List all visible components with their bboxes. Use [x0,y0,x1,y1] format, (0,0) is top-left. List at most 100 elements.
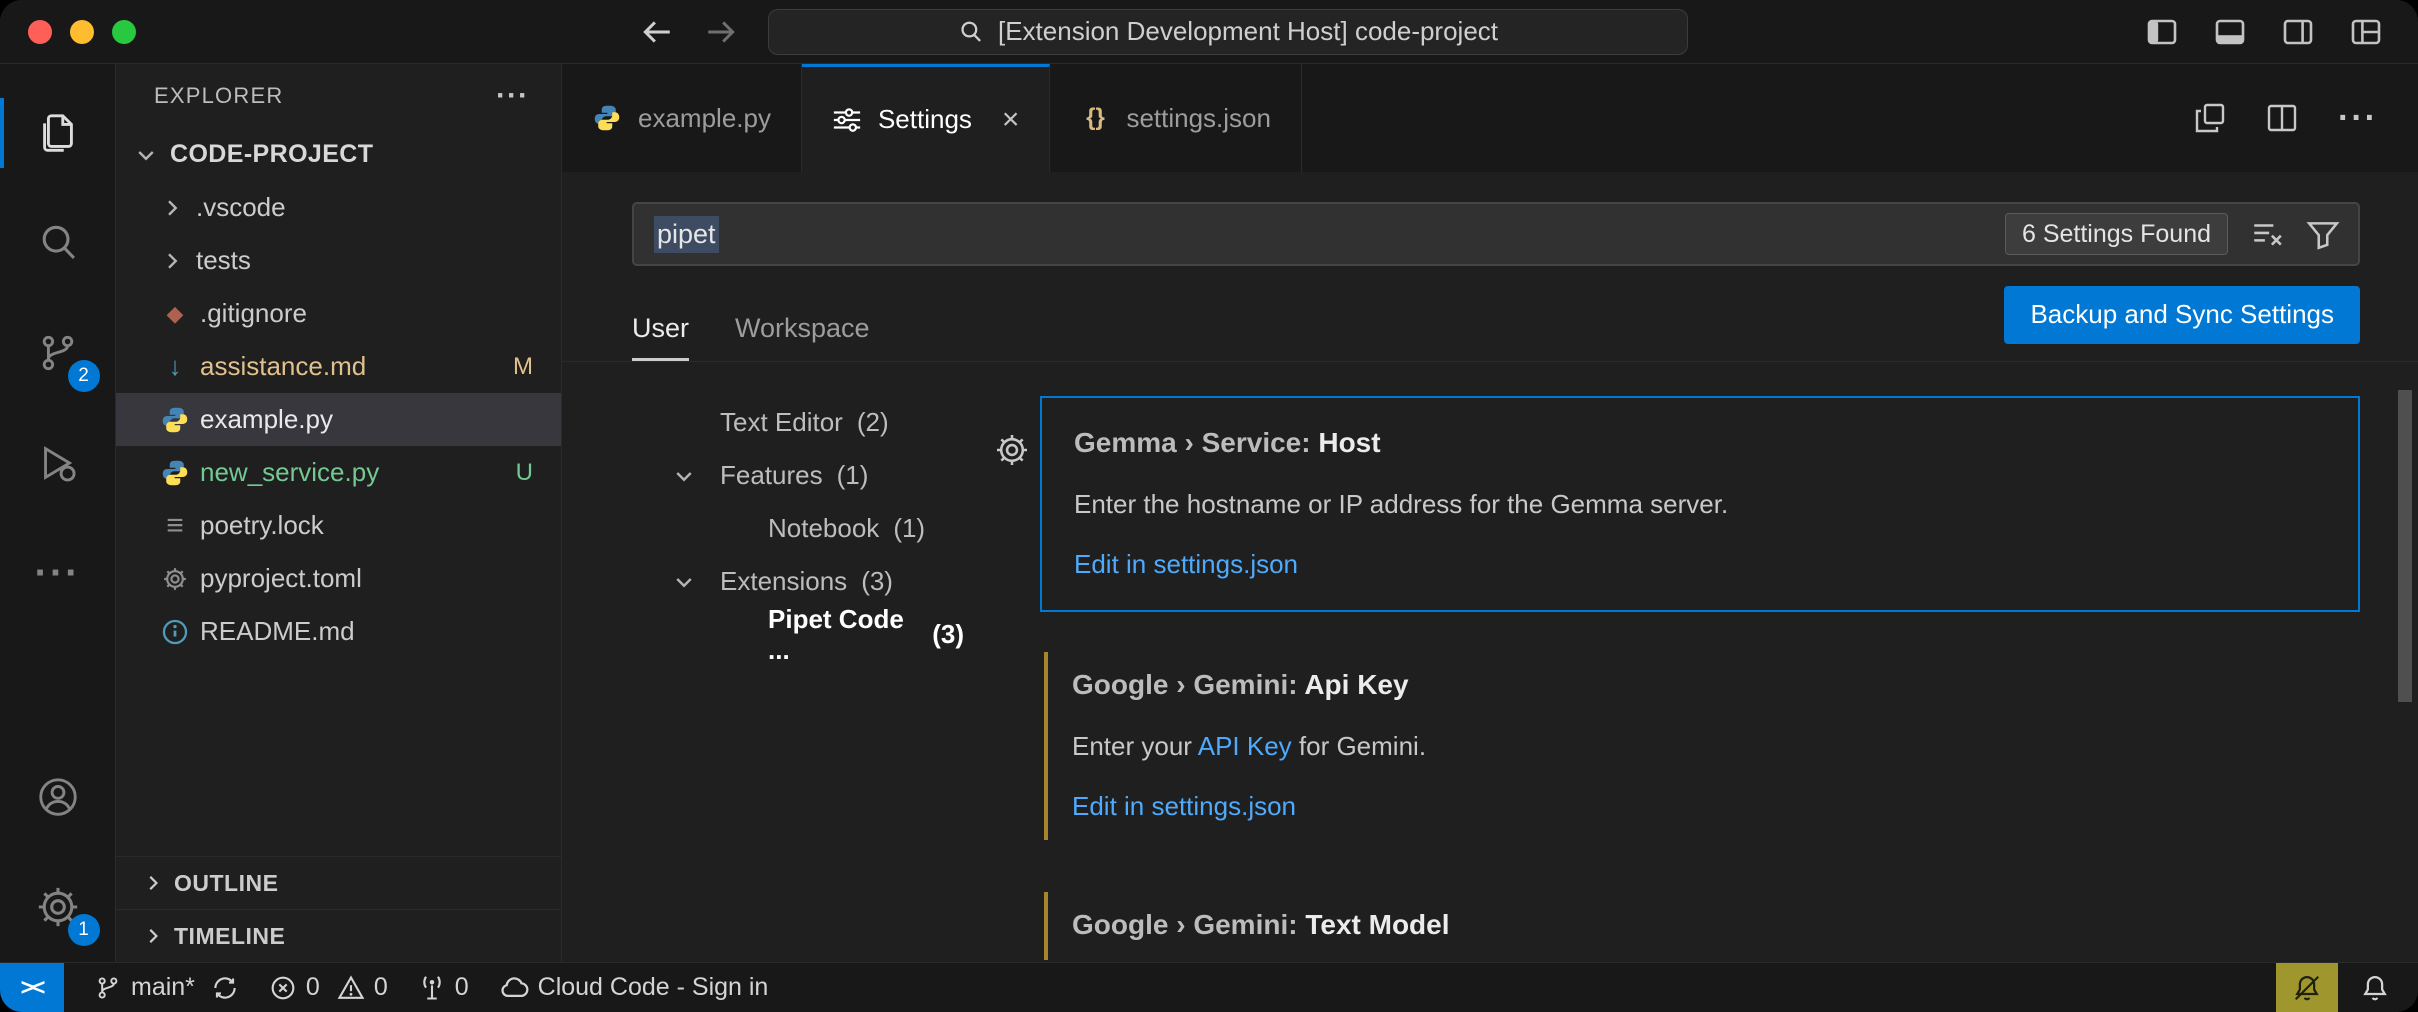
scope-tab-workspace[interactable]: Workspace [735,313,870,361]
errors-count: 0 [306,973,320,1002]
errors-icon [269,974,297,1002]
tab-settings-json[interactable]: {} settings.json [1050,64,1302,172]
toc-features[interactable]: Features (1) [632,449,992,502]
python-file-icon [160,406,190,434]
activity-explorer-button[interactable] [0,78,116,188]
settings-search-input[interactable]: pipet 6 Settings Found [632,202,2360,266]
edit-in-settings-json-link[interactable]: Edit in settings.json [1072,790,1296,822]
tree-root-code-project[interactable]: CODE-PROJECT [116,128,561,181]
timeline-section[interactable]: TIMELINE [116,909,561,962]
tree-item-assistance-md[interactable]: ↓ assistance.md M [116,340,561,393]
tree-item-gitignore[interactable]: ◆ .gitignore [116,287,561,340]
branch-name: main* [131,973,195,1002]
sync-icon [211,974,239,1002]
toggle-panel-icon[interactable] [2214,16,2246,48]
notifications-bell-icon[interactable] [2360,973,2390,1003]
account-icon [35,774,81,820]
setting-description: Enter the hostname or IP address for the… [1074,488,2326,520]
tab-example-py[interactable]: example.py [562,64,802,172]
tree-item-pyproject-toml[interactable]: pyproject.toml [116,552,561,605]
edit-in-settings-json-link[interactable]: Edit in settings.json [1074,548,1298,580]
filter-icon[interactable] [2306,217,2340,251]
setting-title: Google › Gemini: Api Key [1072,668,2328,702]
chevron-right-icon [142,872,164,894]
toggle-sidebar-icon[interactable] [2146,16,2178,48]
sync-changes-item[interactable] [211,974,239,1002]
bell-slash-icon [2292,973,2322,1003]
activity-run-debug-button[interactable] [0,408,116,518]
setting-gemma-service-host[interactable]: Gemma › Service: Host Enter the hostname… [1040,396,2360,612]
activity-search-button[interactable] [0,188,116,298]
maximize-window-button[interactable] [112,20,136,44]
activity-accounts-button[interactable] [0,742,116,852]
scope-tab-user[interactable]: User [632,313,689,361]
tree-item-new-service-py[interactable]: new_service.py U [116,446,561,499]
scm-badge: 2 [68,360,100,392]
explorer-more-actions-icon[interactable]: ··· [496,79,529,113]
editor-scrollbar[interactable] [2398,390,2412,702]
tree-item-vscode[interactable]: .vscode [116,181,561,234]
chevron-down-icon [672,464,706,488]
activity-bar: 2 ··· 1 [0,64,116,962]
forward-icon[interactable] [704,15,738,49]
setting-google-gemini-api-key[interactable]: Google › Gemini: Api Key Enter your API … [1040,640,2360,852]
toc-notebook[interactable]: Notebook (1) [632,502,992,555]
git-status-badge: M [513,353,561,381]
outline-section[interactable]: OUTLINE [116,856,561,909]
do-not-disturb-status-item[interactable] [2276,963,2338,1012]
title-bar: [Extension Development Host] code-projec… [0,0,2418,64]
close-tab-icon[interactable]: × [1002,105,1020,135]
command-center[interactable]: [Extension Development Host] code-projec… [768,9,1688,55]
tree-item-readme-md[interactable]: README.md [116,605,561,658]
problems-status-item[interactable]: 0 0 [269,973,388,1002]
json-braces-icon: {} [1080,104,1110,132]
setting-google-gemini-text-model[interactable]: Google › Gemini: Text Model [1040,880,2360,962]
settings-badge: 1 [68,914,100,946]
setting-edit-gear-icon[interactable] [994,432,1030,468]
tree-item-example-py[interactable]: example.py [116,393,561,446]
remote-icon: >< [21,974,44,1001]
explorer-title: EXPLORER [154,83,283,109]
lock-file-icon: ≡ [160,509,190,543]
chevron-down-icon [134,143,160,167]
editor-area: example.py Settings × {} settings.json [562,64,2418,962]
cloud-code-status-item[interactable]: Cloud Code - Sign in [499,973,769,1003]
toc-extensions[interactable]: Extensions (3) [632,555,992,608]
toc-pipet-code[interactable]: Pipet Code ... (3) [632,608,992,661]
git-status-badge: U [516,459,561,487]
compare-changes-icon[interactable] [2194,102,2226,134]
back-icon[interactable] [640,15,674,49]
window-controls [0,20,210,44]
minimize-window-button[interactable] [70,20,94,44]
activity-source-control-button[interactable]: 2 [0,298,116,408]
status-bar: >< main* 0 0 0 [0,962,2418,1012]
more-icon: ··· [35,553,81,593]
chevron-right-icon [142,925,164,947]
activity-more-button[interactable]: ··· [0,518,116,628]
split-editor-icon[interactable] [2266,102,2298,134]
customize-layout-icon[interactable] [2350,16,2382,48]
clear-filters-icon[interactable] [2250,217,2284,251]
remote-indicator[interactable]: >< [0,963,64,1012]
backup-sync-settings-button[interactable]: Backup and Sync Settings [2004,286,2360,344]
close-window-button[interactable] [28,20,52,44]
more-actions-icon[interactable]: ··· [2338,101,2378,135]
search-icon [35,220,81,266]
branch-status-item[interactable]: main* [94,973,195,1002]
radio-tower-icon [418,974,446,1002]
git-file-icon: ◆ [160,301,190,327]
settings-scope-bar: User Workspace Backup and Sync Settings [562,276,2418,362]
settings-list: Gemma › Service: Host Enter the hostname… [992,396,2360,962]
api-key-link[interactable]: API Key [1198,731,1292,761]
toggle-secondary-sidebar-icon[interactable] [2282,16,2314,48]
python-file-icon [160,459,190,487]
toc-text-editor[interactable]: Text Editor (2) [632,396,992,449]
files-icon [35,110,81,156]
cloud-icon [499,973,529,1003]
ports-status-item[interactable]: 0 [418,973,469,1002]
python-file-icon [592,104,622,132]
activity-settings-button[interactable]: 1 [0,852,116,962]
tree-item-tests[interactable]: tests [116,234,561,287]
tree-item-poetry-lock[interactable]: ≡ poetry.lock [116,499,561,552]
tab-settings[interactable]: Settings × [802,64,1050,172]
